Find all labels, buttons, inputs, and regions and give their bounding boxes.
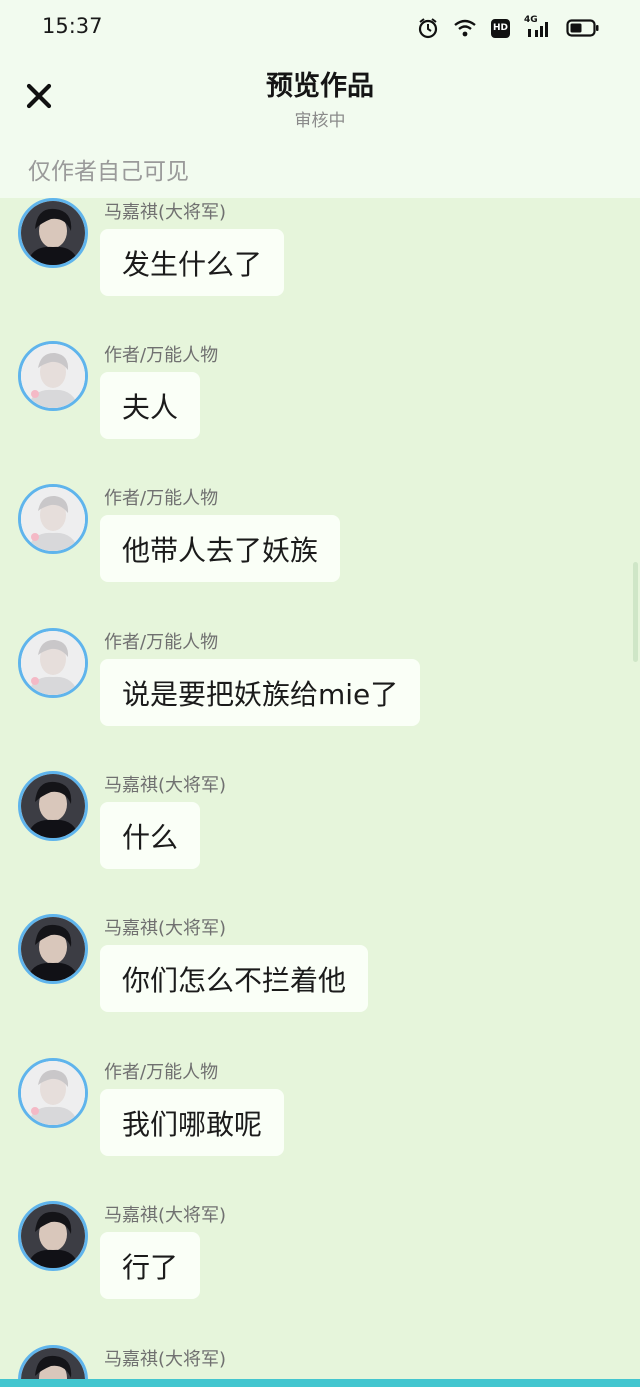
light-avatar-icon <box>21 631 85 695</box>
avatar[interactable] <box>18 771 88 841</box>
message-bubble: 什么 <box>100 802 201 869</box>
top-header: 15:37 HD 4G 预览作品 审核中 仅作者自己可见 <box>0 0 640 198</box>
avatar[interactable] <box>18 484 88 554</box>
dark-avatar-icon <box>21 774 85 838</box>
avatar[interactable] <box>18 628 88 698</box>
review-status: 审核中 <box>294 111 346 131</box>
status-icons: HD 4G <box>417 15 600 40</box>
message-bubble: 你们怎么不拦着他 <box>100 945 369 1012</box>
signal-icon: 4G <box>524 15 552 39</box>
dark-avatar-icon <box>21 917 85 981</box>
avatar[interactable] <box>18 914 88 984</box>
hd-badge-icon: HD <box>491 18 510 38</box>
status-bar: 15:37 HD 4G <box>0 0 640 56</box>
battery-icon <box>566 18 600 38</box>
speaker-name: 马嘉祺(大将军) <box>104 775 227 796</box>
avatar[interactable] <box>18 1201 88 1271</box>
speaker-name: 作者/万能人物 <box>104 345 219 366</box>
visibility-note: 仅作者自己可见 <box>28 159 189 185</box>
speaker-name: 马嘉祺(大将军) <box>104 1205 227 1226</box>
message-bubble: 我们哪敢呢 <box>100 1089 285 1156</box>
wifi-icon <box>453 18 477 38</box>
dark-avatar-icon <box>21 1348 85 1379</box>
page-title: 预览作品 <box>266 71 374 102</box>
speaker-name: 马嘉祺(大将军) <box>104 202 227 223</box>
avatar[interactable] <box>18 1058 88 1128</box>
message-bubble: 他带人去了妖族 <box>100 515 341 582</box>
light-avatar-icon <box>21 1061 85 1125</box>
light-avatar-icon <box>21 487 85 551</box>
message-bubble: 说是要把妖族给mie了 <box>100 659 421 726</box>
speaker-name: 作者/万能人物 <box>104 1062 219 1083</box>
avatar[interactable] <box>18 1345 88 1379</box>
chat-feed[interactable]: 马嘉祺(大将军) 发生什么了 作者/万能人物 夫人 作者/万能人物 他带人去了妖… <box>0 198 640 1379</box>
bottom-accent-bar <box>0 1379 640 1387</box>
hd-label: HD <box>492 23 508 33</box>
speaker-name: 马嘉祺(大将军) <box>104 918 227 939</box>
speaker-name: 作者/万能人物 <box>104 488 219 509</box>
scrollbar[interactable] <box>633 562 638 662</box>
light-avatar-icon <box>21 344 85 408</box>
dark-avatar-icon <box>21 201 85 265</box>
dark-avatar-icon <box>21 1204 85 1268</box>
avatar[interactable] <box>18 198 88 268</box>
message-bubble: 发生什么了 <box>100 229 285 296</box>
speaker-name: 作者/万能人物 <box>104 632 219 653</box>
status-time: 15:37 <box>42 14 103 38</box>
speaker-name: 马嘉祺(大将军) <box>104 1349 227 1370</box>
alarm-icon <box>417 17 439 39</box>
avatar[interactable] <box>18 341 88 411</box>
message-bubble: 行了 <box>100 1232 201 1299</box>
message-bubble: 夫人 <box>100 372 201 439</box>
